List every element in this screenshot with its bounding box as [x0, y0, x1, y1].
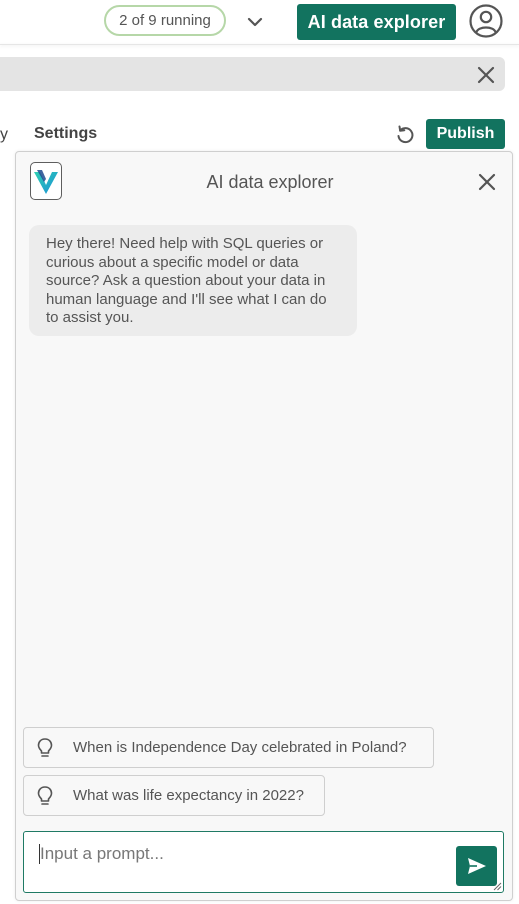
running-status-pill[interactable]: 2 of 9 running	[104, 5, 226, 36]
suggested-prompt-label: When is Independence Day celebrated in P…	[73, 739, 407, 756]
assistant-greeting-message: Hey there! Need help with SQL queries or…	[29, 225, 357, 336]
lightbulb-icon	[37, 737, 53, 757]
prompt-box	[23, 831, 504, 893]
publish-label: Publish	[436, 125, 495, 142]
top-bar-divider	[0, 44, 519, 45]
tab-settings[interactable]: Settings	[34, 125, 97, 143]
app-logo-icon	[30, 162, 62, 200]
text-caret	[39, 844, 40, 864]
chat-panel-title: AI data explorer	[206, 172, 334, 192]
close-icon[interactable]	[476, 171, 498, 193]
ai-data-explorer-button[interactable]: AI data explorer	[297, 4, 456, 40]
running-status-label: 2 of 9 running	[119, 12, 211, 29]
prompt-input[interactable]	[38, 840, 452, 868]
user-circle-icon[interactable]	[468, 3, 504, 39]
assistant-greeting-text: Hey there! Need help with SQL queries or…	[46, 235, 327, 326]
close-icon[interactable]	[475, 64, 497, 86]
publish-button[interactable]: Publish	[426, 119, 505, 149]
suggested-prompt-button[interactable]: When is Independence Day celebrated in P…	[23, 727, 434, 768]
search-strip[interactable]	[0, 57, 505, 91]
lightbulb-icon	[37, 785, 53, 805]
top-bar: 2 of 9 running AI data explorer	[0, 0, 519, 44]
tab-partial[interactable]: y	[0, 126, 8, 144]
send-icon	[467, 858, 486, 874]
undo-icon[interactable]	[394, 123, 416, 145]
send-button[interactable]	[456, 846, 497, 886]
ai-data-explorer-label: AI data explorer	[307, 11, 446, 32]
resize-handle-icon[interactable]	[492, 881, 502, 891]
chevron-down-icon[interactable]	[244, 12, 266, 32]
suggested-prompt-label: What was life expectancy in 2022?	[73, 787, 304, 804]
suggested-prompt-button[interactable]: What was life expectancy in 2022?	[23, 775, 325, 816]
